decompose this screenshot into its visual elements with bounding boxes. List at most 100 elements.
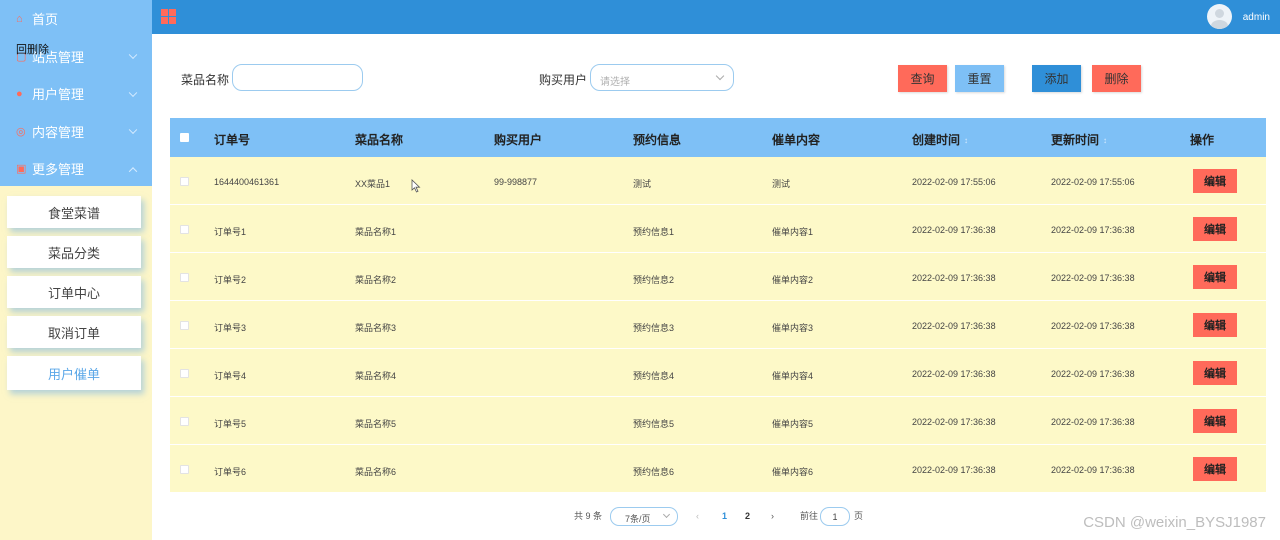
chevron-down-icon: [128, 50, 138, 60]
submenu-item-order-center[interactable]: 订单中心: [7, 276, 141, 308]
buyer-select[interactable]: 请选择: [590, 64, 734, 91]
cell-reserve: 测试: [633, 179, 652, 189]
sidebar-item-label: 用户管理: [32, 87, 85, 103]
cell-created: 2022-02-09 17:36:38: [912, 225, 996, 235]
sidebar-menu: ⌂ 首页 ▢ 站点管理 ● 用户管理 ◎ 内容管理 ▣ 更多管理 回删除: [0, 0, 152, 186]
cell-created: 2022-02-09 17:36:38: [912, 273, 996, 283]
delete-button[interactable]: 删除: [1092, 65, 1141, 92]
cell-reserve: 预约信息6: [633, 467, 675, 477]
col-header-actions: 操作: [1190, 133, 1215, 147]
cell-urge: 催单内容2: [772, 275, 814, 285]
row-checkbox[interactable]: [180, 225, 189, 234]
data-table: 订单号 菜品名称 购买用户 预约信息 催单内容 创建时间 ↕ 更新时间 ↕ 操作 1…: [170, 118, 1266, 493]
sidebar-item-content[interactable]: ◎ 内容管理: [0, 113, 152, 151]
edit-button[interactable]: 编辑: [1193, 265, 1237, 289]
cell-reserve: 预约信息5: [633, 419, 675, 429]
col-header-order: 订单号: [214, 133, 251, 147]
page-size-select[interactable]: 7条/页: [610, 507, 678, 526]
cell-order: 订单号1: [214, 227, 247, 237]
sidebar-item-home[interactable]: ⌂ 首页: [0, 0, 152, 38]
next-page-button[interactable]: ›: [771, 511, 774, 521]
username[interactable]: admin: [1243, 12, 1270, 23]
col-header-buyer: 购买用户: [494, 133, 543, 147]
table-row: 订单号6 菜品名称6 预约信息6 催单内容6 2022-02-09 17:36:38 20…: [170, 445, 1266, 493]
table-row: 订单号3 菜品名称3 预约信息3 催单内容3 2022-02-09 17:36:38 20…: [170, 301, 1266, 349]
row-checkbox[interactable]: [180, 321, 189, 330]
top-header: admin: [152, 0, 1280, 34]
sort-icon[interactable]: ↕: [1103, 136, 1107, 145]
row-checkbox[interactable]: [180, 417, 189, 426]
row-checkbox[interactable]: [180, 273, 189, 282]
reset-button[interactable]: 重置: [955, 65, 1004, 92]
add-button[interactable]: 添加: [1032, 65, 1081, 92]
cell-urge: 催单内容5: [772, 419, 814, 429]
chevron-down-icon: [128, 125, 138, 135]
goto-page-input[interactable]: 1: [820, 507, 850, 526]
cell-updated: 2022-02-09 17:36:38: [1051, 225, 1135, 235]
menu-grid-icon[interactable]: [161, 9, 176, 24]
cell-created: 2022-02-09 17:55:06: [912, 177, 996, 187]
cell-reserve: 预约信息4: [633, 371, 675, 381]
dish-name-label: 菜品名称: [181, 73, 230, 87]
select-all-checkbox[interactable]: [180, 133, 189, 142]
overlay-text: 回删除: [16, 43, 49, 56]
chevron-down-icon: [662, 510, 671, 519]
table-row: 订单号1 菜品名称1 预约信息1 催单内容1 2022-02-09 17:36:38 20…: [170, 205, 1266, 253]
cell-dish: 菜品名称5: [355, 419, 397, 429]
submenu-item-cancel-order[interactable]: 取消订单: [7, 316, 141, 348]
submenu-item-user-urge[interactable]: 用户催单: [7, 356, 141, 390]
sidebar-item-label: 首页: [32, 12, 59, 28]
row-checkbox[interactable]: [180, 369, 189, 378]
col-header-updated-label: 更新时间: [1051, 133, 1100, 147]
cell-order: 订单号6: [214, 467, 247, 477]
dish-name-input[interactable]: [232, 64, 363, 91]
table-header: 订单号 菜品名称 购买用户 预约信息 催单内容 创建时间 ↕ 更新时间 ↕ 操作: [170, 118, 1266, 157]
cell-created: 2022-02-09 17:36:38: [912, 465, 996, 475]
chevron-down-icon: [715, 71, 725, 81]
cell-updated: 2022-02-09 17:36:38: [1051, 273, 1135, 283]
cell-dish: 菜品名称4: [355, 371, 397, 381]
page-2-button[interactable]: 2: [745, 511, 750, 521]
submenu-item-canteen-menu[interactable]: 食堂菜谱: [7, 196, 141, 228]
cell-dish: 菜品名称2: [355, 275, 397, 285]
prev-page-button[interactable]: ‹: [696, 511, 699, 521]
col-header-reserve: 预约信息: [633, 133, 682, 147]
cell-updated: 2022-02-09 17:55:06: [1051, 177, 1135, 187]
cell-urge: 催单内容3: [772, 323, 814, 333]
col-header-urge: 催单内容: [772, 133, 821, 147]
home-icon: ⌂: [16, 12, 23, 25]
goto-label: 前往: [800, 511, 819, 521]
submenu-item-dish-category[interactable]: 菜品分类: [7, 236, 141, 268]
chevron-down-icon: [128, 88, 138, 97]
page-1-button[interactable]: 1: [722, 511, 727, 521]
cell-order: 订单号3: [214, 323, 247, 333]
page-suffix-label: 页: [854, 511, 864, 521]
sidebar: ⌂ 首页 ▢ 站点管理 ● 用户管理 ◎ 内容管理 ▣ 更多管理 回删除 食堂菜…: [0, 0, 152, 540]
row-checkbox[interactable]: [180, 177, 189, 186]
query-button[interactable]: 查询: [898, 65, 947, 92]
cell-reserve: 预约信息1: [633, 227, 675, 237]
edit-button[interactable]: 编辑: [1193, 313, 1237, 337]
edit-button[interactable]: 编辑: [1193, 169, 1237, 193]
edit-button[interactable]: 编辑: [1193, 217, 1237, 241]
cell-order: 订单号4: [214, 371, 247, 381]
submenu: 食堂菜谱 菜品分类 订单中心 取消订单 用户催单: [0, 186, 152, 390]
edit-button[interactable]: 编辑: [1193, 361, 1237, 385]
cell-order: 订单号5: [214, 419, 247, 429]
col-header-created[interactable]: 创建时间 ↕: [912, 131, 968, 148]
col-header-updated[interactable]: 更新时间 ↕: [1051, 131, 1107, 148]
mouse-cursor-icon: [411, 179, 421, 193]
sort-icon[interactable]: ↕: [964, 136, 968, 145]
edit-button[interactable]: 编辑: [1193, 409, 1237, 433]
sidebar-item-users[interactable]: ● 用户管理: [0, 75, 152, 113]
sidebar-item-label: 更多管理: [32, 162, 85, 178]
content-icon: ◎: [16, 125, 26, 138]
cell-urge: 催单内容1: [772, 227, 814, 237]
chevron-up-icon: [128, 166, 138, 176]
row-checkbox[interactable]: [180, 465, 189, 474]
edit-button[interactable]: 编辑: [1193, 457, 1237, 481]
avatar[interactable]: [1207, 4, 1232, 29]
cell-dish: 菜品名称6: [355, 467, 397, 477]
sidebar-item-more[interactable]: ▣ 更多管理: [0, 150, 152, 188]
cell-created: 2022-02-09 17:36:38: [912, 369, 996, 379]
